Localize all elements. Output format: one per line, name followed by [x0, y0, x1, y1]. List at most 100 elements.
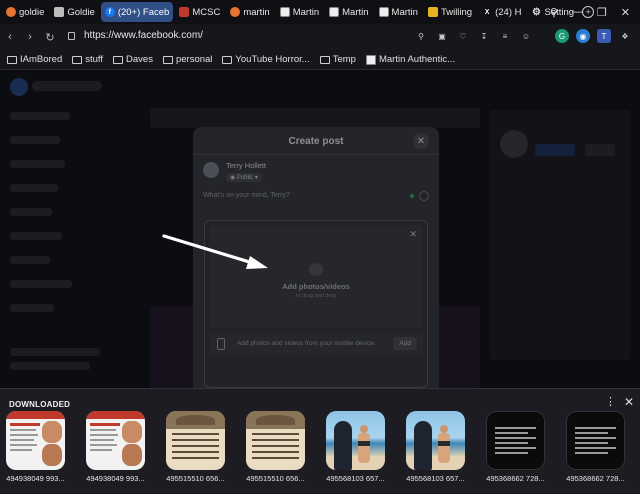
extensions-icon[interactable]: ❖	[618, 29, 632, 43]
lock-icon	[68, 32, 75, 40]
download-thumbnail[interactable]	[6, 411, 65, 470]
url-field[interactable]: https://www.facebook.com/	[84, 30, 203, 41]
bookmark-label: stuff	[85, 54, 104, 65]
emoji-icon[interactable]	[419, 191, 429, 201]
add-photo-icon	[309, 263, 323, 276]
tab-1[interactable]: Goldie	[50, 2, 98, 22]
bookmark-label: Temp	[332, 54, 356, 65]
forward-icon[interactable]: ›	[20, 31, 40, 43]
gear-icon: ⚙	[532, 6, 541, 18]
download-filename: 495368662 728...	[486, 474, 545, 483]
tab-label: Martin	[391, 6, 418, 18]
folder-icon	[113, 55, 124, 64]
download-item[interactable]: 495568103 657...	[326, 411, 385, 483]
post-text-input[interactable]: What's on your mind, Terry?	[203, 192, 290, 199]
tab-0[interactable]: goldie	[2, 2, 48, 22]
dropzone-title: Add photos/videos	[282, 282, 350, 291]
status-dot-icon	[410, 194, 414, 198]
tab-label: Martin	[342, 6, 369, 18]
orange-circle-icon	[6, 7, 16, 17]
red-square-icon	[179, 7, 190, 17]
download-thumbnail[interactable]	[246, 411, 305, 470]
bookmarks-bar: IAmBored stuff Daves personal YouTube Horror…	[0, 50, 640, 70]
bookmark-6[interactable]: Martin Authentic...	[365, 54, 455, 65]
facebook-icon: f	[104, 7, 115, 17]
more-options-icon[interactable]: ⋮	[605, 395, 616, 408]
bookmark-1[interactable]: stuff	[72, 54, 103, 65]
bookmark-page-icon	[279, 7, 290, 17]
close-downloads-icon[interactable]: ✕	[624, 395, 634, 409]
menu-icon[interactable]: ≡	[498, 29, 512, 43]
profile-icon[interactable]: ☺	[519, 29, 533, 43]
download-filename: 495568103 657...	[326, 474, 385, 483]
tab-8[interactable]: Twilling	[424, 2, 476, 22]
back-icon[interactable]: ‹	[0, 31, 20, 43]
close-dialog-button[interactable]: ✕	[413, 133, 429, 149]
bookmark-4[interactable]: YouTube Horror...	[222, 54, 310, 65]
dialog-title: Create post	[288, 136, 344, 147]
heart-icon[interactable]: ♡	[456, 29, 470, 43]
tab-7[interactable]: Martin	[375, 2, 422, 22]
arrow-annotation	[162, 234, 268, 269]
privacy-selector[interactable]: ◉ Public ▾	[226, 173, 262, 182]
tab-label: Goldie	[67, 6, 95, 18]
close-dropzone-icon[interactable]: ✕	[409, 229, 417, 240]
bookmark-label: IAmBored	[20, 54, 63, 65]
globe-extension-icon[interactable]: ◉	[576, 29, 590, 43]
download-item[interactable]: 495515510 656...	[246, 411, 305, 483]
tab-label: Twilling	[440, 6, 473, 18]
tab-2[interactable]: f (20+) Faceb	[100, 2, 174, 22]
tab-label: (20+) Faceb	[117, 6, 170, 18]
browser-tab-bar: goldie Goldie f (20+) Faceb MCSC martin Martin…	[0, 0, 640, 24]
search-tabs-icon[interactable]: ⚲	[550, 6, 558, 19]
facebook-left-sidebar	[0, 70, 140, 388]
divider	[193, 154, 439, 155]
tab-4[interactable]: martin	[226, 2, 273, 22]
grammarly-icon[interactable]: G	[555, 29, 569, 43]
folder-icon	[7, 55, 17, 64]
bookmark-2[interactable]: Daves	[113, 54, 153, 65]
download-item[interactable]: 495368662 728...	[486, 411, 545, 483]
avatar	[203, 162, 219, 178]
translate-extension-icon[interactable]: T	[597, 29, 611, 43]
user-name: Terry Hollett	[226, 161, 267, 170]
folder-icon	[222, 55, 233, 64]
x-logo-icon: X	[484, 8, 490, 16]
tab-label: martin	[243, 6, 270, 18]
download-thumbnail[interactable]	[566, 411, 625, 470]
download-item[interactable]: 495368662 728...	[566, 411, 625, 483]
download-item[interactable]: 494938049 993...	[6, 411, 65, 483]
bookmark-3[interactable]: personal	[162, 54, 213, 65]
add-button[interactable]: Add	[393, 337, 417, 350]
download-thumbnail[interactable]	[486, 411, 545, 470]
reload-icon[interactable]: ↻	[40, 31, 60, 44]
download-item[interactable]: 495515510 656...	[166, 411, 225, 483]
minimize-icon[interactable]: —	[572, 6, 583, 18]
tab-3[interactable]: MCSC	[175, 2, 224, 22]
download-thumbnail[interactable]	[166, 411, 225, 470]
close-window-icon[interactable]: ✕	[621, 6, 630, 19]
phone-icon	[217, 338, 225, 350]
restore-icon[interactable]: ❐	[597, 6, 607, 19]
download-thumbnail[interactable]	[86, 411, 145, 470]
camera-icon[interactable]: ▣	[435, 29, 449, 43]
tab-9[interactable]: X (24) H	[478, 2, 525, 22]
bookmark-page-icon	[329, 7, 340, 17]
download-thumbnail[interactable]	[406, 411, 465, 470]
tab-6[interactable]: Martin	[325, 2, 372, 22]
tab-5[interactable]: Martin	[276, 2, 323, 22]
download-thumbnail[interactable]	[326, 411, 385, 470]
folder-icon	[162, 55, 173, 64]
download-icon[interactable]: ↧	[477, 29, 491, 43]
search-icon[interactable]: ⚲	[414, 29, 428, 43]
bookmark-5[interactable]: Temp	[319, 54, 356, 65]
folder-icon	[319, 55, 330, 64]
bookmark-label: YouTube Horror...	[235, 54, 310, 65]
download-filename: 495515510 656...	[246, 474, 305, 483]
bookmark-label: Daves	[126, 54, 153, 65]
download-item[interactable]: 495568103 657...	[406, 411, 465, 483]
bookmark-label: personal	[175, 54, 213, 65]
yellow-square-icon	[427, 7, 438, 17]
download-item[interactable]: 494938049 993...	[86, 411, 145, 483]
bookmark-0[interactable]: IAmBored	[7, 54, 62, 65]
